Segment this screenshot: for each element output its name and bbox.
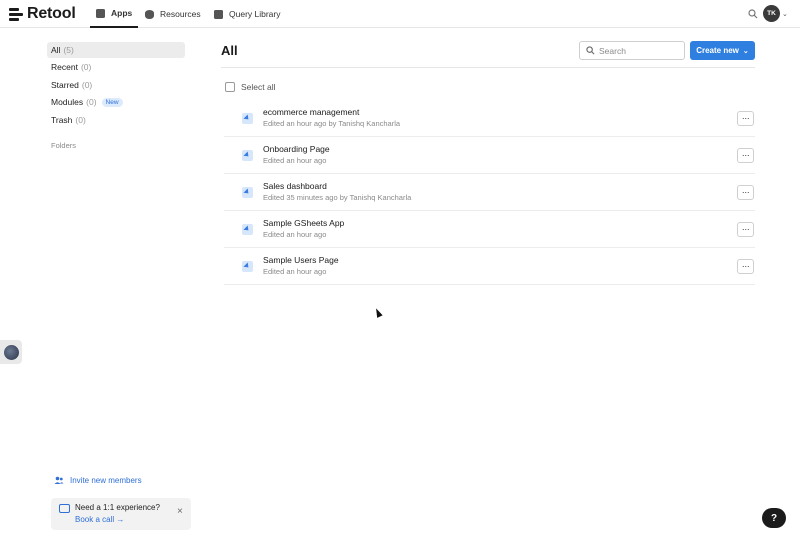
search-input[interactable]: Search xyxy=(579,41,685,60)
search-icon xyxy=(586,46,595,55)
sidebar-item-label: Modules xyxy=(51,97,84,107)
create-new-button[interactable]: Create new ⌄ xyxy=(690,41,755,60)
sidebar-item-count: (0) xyxy=(81,80,93,90)
app-row[interactable]: Sales dashboard Edited 35 minutes ago by… xyxy=(224,174,755,211)
chevron-down-icon: ⌄ xyxy=(742,47,749,55)
sidebar-item-label: Trash xyxy=(51,115,73,125)
tab-resources-label: Resources xyxy=(160,9,201,19)
tab-resources[interactable]: Resources xyxy=(145,0,201,28)
app-icon xyxy=(242,261,253,272)
sidebar-item-count: (0) xyxy=(86,97,97,107)
invite-label: Invite new members xyxy=(70,476,142,485)
sidebar-item-all[interactable]: All (5) xyxy=(47,42,185,58)
app-name[interactable]: Sample GSheets App xyxy=(263,218,344,228)
brand-name: Retool xyxy=(27,5,76,22)
users-icon xyxy=(54,476,64,484)
help-button[interactable]: ? xyxy=(762,508,786,528)
app-meta: Edited an hour ago xyxy=(263,230,327,239)
chevron-down-icon[interactable]: ⌄ xyxy=(782,10,788,18)
app-meta: Edited 35 minutes ago by Tanishq Kanchar… xyxy=(263,193,412,202)
app-icon xyxy=(242,113,253,124)
app-icon xyxy=(242,150,253,161)
tab-apps[interactable]: Apps xyxy=(90,0,139,28)
app-meta: Edited an hour ago xyxy=(263,267,327,276)
tab-apps-label: Apps xyxy=(111,8,133,18)
chat-icon xyxy=(59,504,70,513)
user-avatar[interactable]: TK xyxy=(763,5,780,22)
book-icon xyxy=(214,9,223,19)
more-options-button[interactable]: ··· xyxy=(737,259,754,274)
page-title: All xyxy=(221,43,238,58)
invite-members-link[interactable]: Invite new members xyxy=(54,476,142,485)
floating-profile[interactable] xyxy=(0,340,22,364)
sidebar-item-label: Starred xyxy=(51,80,79,90)
top-navbar: Retool Apps Resources Query Library TK ⌄ xyxy=(0,0,800,28)
more-options-button[interactable]: ··· xyxy=(737,111,754,126)
more-options-button[interactable]: ··· xyxy=(737,222,754,237)
more-options-button[interactable]: ··· xyxy=(737,185,754,200)
sidebar-item-trash[interactable]: Trash (0) xyxy=(47,112,185,128)
sidebar-item-modules[interactable]: Modules (0) New xyxy=(47,94,185,110)
select-all[interactable]: Select all xyxy=(225,82,276,92)
app-meta: Edited an hour ago xyxy=(263,156,327,165)
app-name[interactable]: Sample Users Page xyxy=(263,255,339,265)
select-all-label: Select all xyxy=(241,82,276,92)
select-all-checkbox[interactable] xyxy=(225,82,235,92)
folders-heading: Folders xyxy=(51,141,77,150)
app-icon xyxy=(242,224,253,235)
retool-logo-icon xyxy=(9,7,23,21)
retool-logo[interactable]: Retool xyxy=(9,5,76,23)
app-row[interactable]: Sample Users Page Edited an hour ago ··· xyxy=(224,248,755,285)
close-icon[interactable]: × xyxy=(177,506,183,517)
sidebar-item-count: (5) xyxy=(63,45,74,55)
callout-title: Need a 1:1 experience? xyxy=(75,503,160,512)
tab-query-library[interactable]: Query Library xyxy=(214,0,281,28)
sidebar-item-count: (0) xyxy=(80,62,92,72)
new-badge: New xyxy=(101,97,123,107)
tab-query-library-label: Query Library xyxy=(229,9,281,19)
sidebar-item-recent[interactable]: Recent (0) xyxy=(47,59,185,75)
search-icon[interactable] xyxy=(748,9,758,19)
header-divider xyxy=(221,67,755,68)
mouse-cursor-icon xyxy=(373,307,383,318)
profile-photo-icon xyxy=(3,344,19,360)
more-options-button[interactable]: ··· xyxy=(737,148,754,163)
app-name[interactable]: ecommerce management xyxy=(263,107,359,117)
database-icon xyxy=(145,9,154,19)
app-name[interactable]: Sales dashboard xyxy=(263,181,327,191)
book-call-callout: Need a 1:1 experience? Book a call → × xyxy=(51,498,191,530)
app-icon xyxy=(242,187,253,198)
sidebar-item-count: (0) xyxy=(75,115,86,125)
create-new-label: Create new xyxy=(696,46,739,55)
app-row[interactable]: ecommerce management Edited an hour ago … xyxy=(224,100,755,137)
book-call-link[interactable]: Book a call → xyxy=(75,515,124,524)
app-row[interactable]: Onboarding Page Edited an hour ago ··· xyxy=(224,137,755,174)
app-meta: Edited an hour ago by Tanishq Kancharla xyxy=(263,119,401,128)
app-row[interactable]: Sample GSheets App Edited an hour ago ··… xyxy=(224,211,755,248)
sidebar-item-starred[interactable]: Starred (0) xyxy=(47,77,185,93)
sidebar-item-label: All xyxy=(51,45,61,55)
search-placeholder: Search xyxy=(599,45,626,56)
sidebar-item-label: Recent xyxy=(51,62,78,72)
app-name[interactable]: Onboarding Page xyxy=(263,144,330,154)
apps-icon xyxy=(96,8,105,18)
